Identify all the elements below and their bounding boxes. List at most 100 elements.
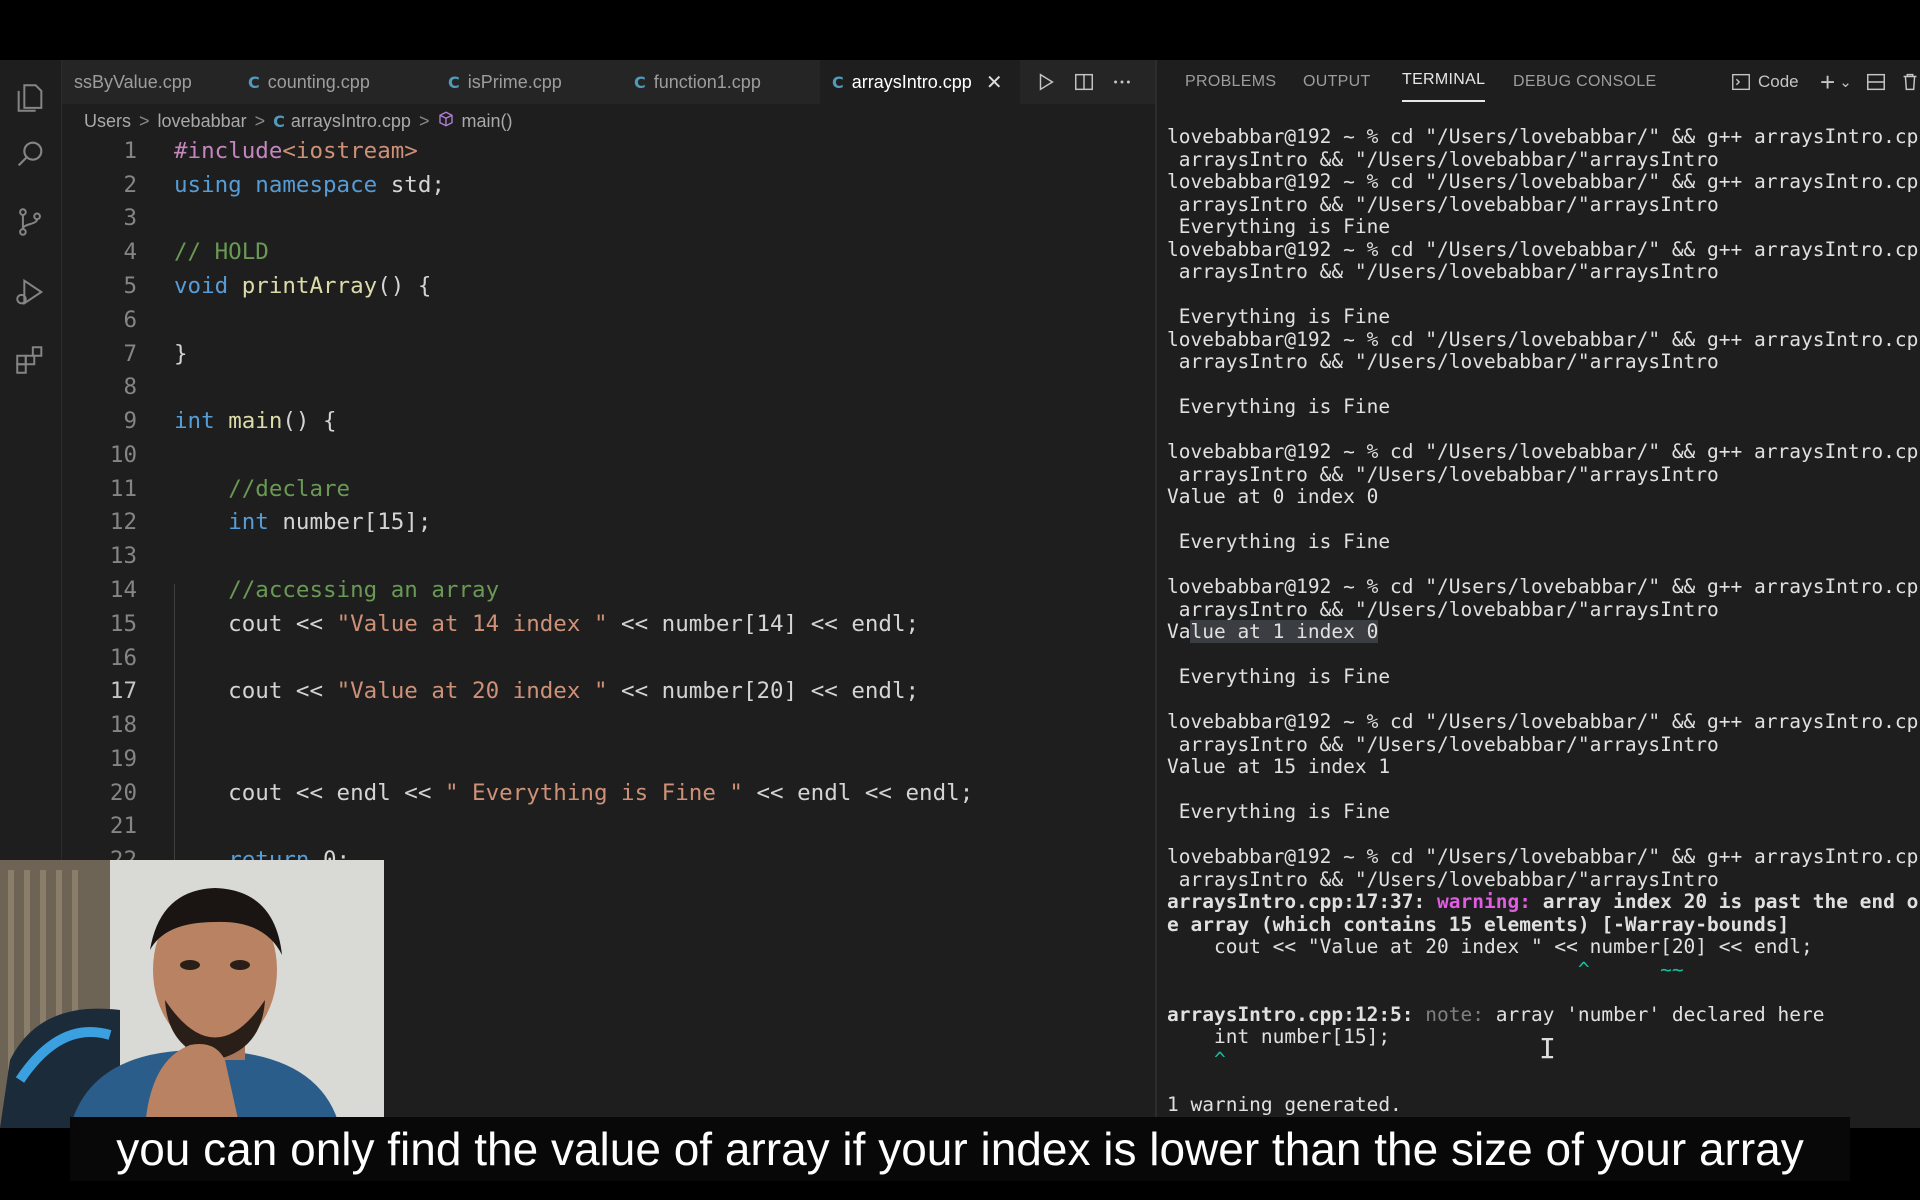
breadcrumb-separator: > [254, 110, 266, 131]
code-line[interactable]: 15 cout << "Value at 14 index " << numbe… [62, 607, 1155, 641]
terminal-output[interactable]: lovebabbar@192 ~ % cd "/Users/lovebabbar… [1167, 126, 1920, 1126]
code-line[interactable]: 6 [62, 303, 1155, 337]
terminal-line: arraysIntro && "/Users/lovebabbar/"array… [1167, 260, 1719, 283]
breadcrumb-item-symbol[interactable]: main() [461, 111, 512, 132]
presenter-webcam [0, 860, 384, 1128]
tab-problems[interactable]: PROBLEMS [1185, 60, 1276, 104]
line-number: 5 [123, 273, 137, 299]
new-terminal-button[interactable]: + ⌄ [1820, 67, 1852, 97]
code-line[interactable]: 17 cout << "Value at 20 index " << numbe… [62, 674, 1155, 708]
terminal-line: arraysIntro && "/Users/lovebabbar/"array… [1167, 867, 1719, 891]
line-number: 18 [109, 712, 137, 739]
trash-icon[interactable] [1899, 68, 1920, 96]
tab-output[interactable]: OUTPUT [1303, 60, 1371, 104]
terminal-line: arraysIntro && "/Users/lovebabbar/"array… [1167, 192, 1719, 216]
line-number: 7 [123, 340, 137, 367]
breadcrumb-item-users[interactable]: Users [84, 111, 131, 132]
tab-arraysintro[interactable]: C arraysIntro.cpp ✕ [820, 60, 1020, 104]
terminal-line: Everything is Fine [1167, 215, 1391, 238]
terminal-line: e array (which contains 15 elements) [-W… [1167, 912, 1790, 936]
terminal-line: lovebabbar@192 ~ % cd "/Users/lovebabbar… [1167, 845, 1920, 868]
terminal-line: arraysIntro.cpp:12:5: note: array 'numbe… [1167, 1002, 1825, 1026]
shell-label: Code [1758, 72, 1799, 91]
split-editor-icon[interactable] [1070, 68, 1098, 96]
subtitle-box: you can only find the value of array if … [70, 1117, 1850, 1181]
more-actions-icon[interactable] [1108, 68, 1136, 96]
code-text: cout << endl << " Everything is Fine " <… [174, 779, 974, 806]
mouse-cursor-ibeam: I [1539, 1032, 1556, 1065]
terminal-line: Everything is Fine [1167, 665, 1391, 688]
code-line[interactable]: 8 [62, 370, 1155, 404]
line-number: 21 [109, 813, 137, 840]
cpp-file-icon: C [448, 72, 460, 92]
line-number: 13 [109, 543, 137, 570]
line-number: 9 [123, 408, 137, 435]
line-number: 12 [109, 509, 137, 536]
tab-isprime[interactable]: C isPrime.cpp [436, 60, 586, 104]
terminal-line: Everything is Fine [1167, 800, 1391, 823]
tab-debug-console[interactable]: DEBUG CONSOLE [1513, 60, 1657, 104]
code-line[interactable]: 4 // HOLD [62, 235, 1155, 269]
source-control-icon[interactable] [12, 204, 48, 240]
terminal-shell-selector[interactable]: Code [1730, 68, 1799, 96]
terminal-line: arraysIntro && "/Users/lovebabbar/"array… [1167, 597, 1719, 621]
tab-label: function1.cpp [653, 71, 761, 92]
code-line[interactable]: 18 [62, 708, 1155, 742]
chevron-down-icon: ⌄ [1839, 74, 1852, 91]
cpp-file-icon: C [248, 72, 260, 92]
terminal-line: Value at 1 index 0 [1167, 620, 1379, 643]
code-line[interactable]: 5 void printArray() { [62, 269, 1155, 303]
line-number: 19 [109, 745, 137, 772]
code-text: using namespace std; [174, 171, 445, 198]
line-number: 4 [123, 239, 137, 266]
code-text: //accessing an array [228, 577, 500, 604]
tab-function1[interactable]: C function1.cpp [622, 60, 792, 104]
tab-label: isPrime.cpp [467, 71, 562, 92]
code-line[interactable]: 1 #include<iostream> [62, 134, 1155, 168]
terminal-line: lovebabbar@192 ~ % cd "/Users/lovebabbar… [1167, 710, 1920, 733]
code-line[interactable]: 10 [62, 438, 1155, 472]
line-number: 17 [109, 678, 137, 705]
code-line[interactable]: 7} [62, 337, 1155, 371]
tab-label: arraysIntro.cpp [851, 71, 972, 92]
code-line[interactable]: 16 [62, 641, 1155, 675]
code-line[interactable]: 20 cout << endl << " Everything is Fine … [62, 776, 1155, 810]
code-line[interactable]: 2 using namespace std; [62, 168, 1155, 202]
breadcrumb-item-file[interactable]: arraysIntro.cpp [291, 111, 411, 132]
code-line[interactable]: 9 int main() { [62, 404, 1155, 438]
code-text: int main() { [174, 408, 337, 435]
code-text: #include<iostream> [174, 137, 418, 164]
terminal-line: Everything is Fine [1167, 395, 1391, 418]
code-line[interactable]: 12 int number[15]; [62, 506, 1155, 540]
tab-passbyvalue[interactable]: ssByValue.cpp [62, 60, 242, 104]
breadcrumb-item-folder[interactable]: lovebabbar [158, 111, 247, 132]
terminal-line: arraysIntro && "/Users/lovebabbar/"array… [1167, 350, 1719, 373]
code-text: void printArray() { [174, 273, 432, 299]
terminal-line: lovebabbar@192 ~ % cd "/Users/lovebabbar… [1167, 327, 1920, 351]
terminal-line: int number[15]; [1167, 1025, 1391, 1048]
terminal-line: ^ ~~ [1167, 957, 1684, 981]
code-line[interactable]: 14 //accessing an array [62, 573, 1155, 607]
cpp-file-icon: C [832, 72, 844, 92]
run-debug-icon[interactable] [12, 274, 48, 310]
search-icon[interactable] [12, 136, 48, 172]
panel-tab-bar: PROBLEMS OUTPUT TERMINAL DEBUG CONSOLE C… [1157, 60, 1920, 104]
close-icon[interactable]: ✕ [986, 70, 1003, 95]
code-line[interactable]: 21 [62, 810, 1155, 844]
code-line[interactable]: 3 [62, 202, 1155, 236]
line-number: 11 [109, 475, 137, 502]
video-letterbox-top [0, 0, 1920, 60]
terminal-line: ^ [1167, 1047, 1226, 1071]
code-line[interactable]: 11 //declare [62, 472, 1155, 506]
extensions-icon[interactable] [12, 342, 48, 378]
line-number: 2 [123, 171, 137, 198]
explorer-icon[interactable] [12, 80, 48, 116]
split-terminal-icon[interactable] [1865, 68, 1887, 96]
run-icon[interactable] [1032, 68, 1060, 96]
editor-tab-bar: ssByValue.cpp C counting.cpp C isPrime.c… [62, 60, 1155, 104]
tab-terminal[interactable]: TERMINAL [1402, 60, 1486, 102]
code-line[interactable]: 13 [62, 539, 1155, 573]
code-line[interactable]: 19 [62, 742, 1155, 776]
line-number: 1 [123, 137, 137, 164]
tab-counting[interactable]: C counting.cpp [236, 60, 416, 104]
